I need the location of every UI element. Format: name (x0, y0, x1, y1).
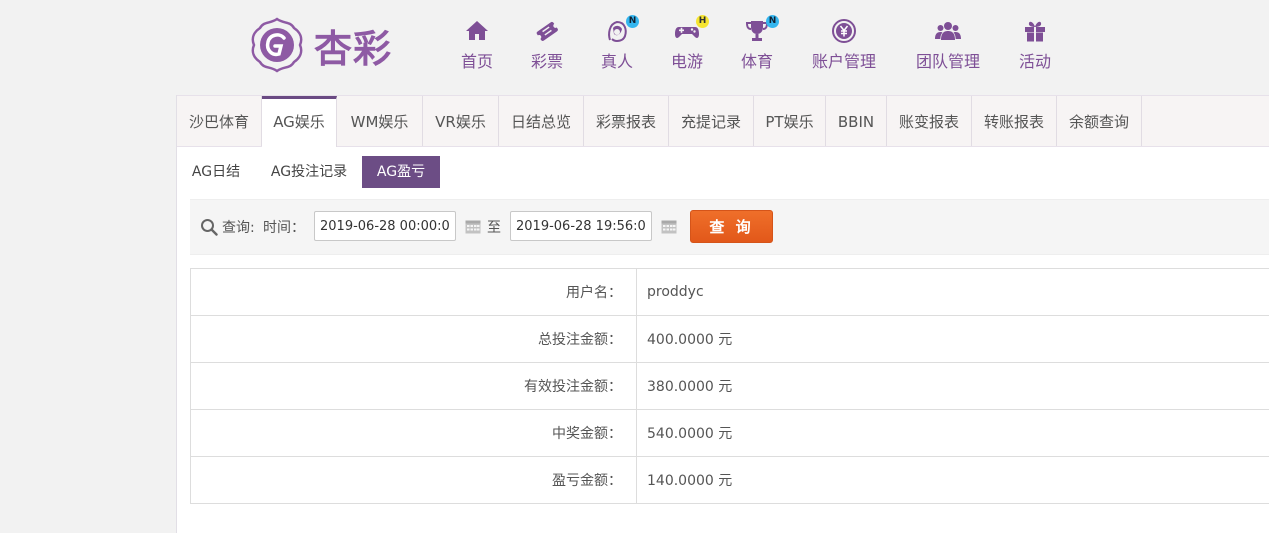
tab-saba-sports[interactable]: 沙巴体育 (177, 96, 262, 146)
query-bar: 查询: 时间： 至 查 询 (190, 199, 1269, 255)
report-tabs: 沙巴体育 AG娱乐 WM娱乐 VR娱乐 日结总览 彩票报表 充提记录 PT娱乐 … (177, 95, 1269, 147)
time-label: 时间： (263, 220, 305, 236)
valid-bet-value: 380.0000 元 (636, 362, 1269, 410)
calendar-icon[interactable] (465, 219, 481, 234)
table-row: 用户名： proddyc (190, 268, 1269, 316)
nav-sports[interactable]: N 体育 (738, 15, 779, 78)
total-bet-label: 总投注金额： (190, 315, 637, 363)
nav-team[interactable]: 团队管理 (912, 18, 984, 78)
end-time-input[interactable] (510, 211, 652, 241)
nav-label: 电游 (670, 52, 703, 71)
tab-deposit-withdraw-records[interactable]: 充提记录 (669, 96, 754, 146)
brand-name: 杏彩 (314, 25, 393, 71)
query-label: 查询: (222, 220, 255, 236)
new-badge: N (766, 15, 779, 28)
profit-loss-value: 140.0000 元 (636, 456, 1269, 504)
table-row: 盈亏金额： 140.0000 元 (190, 456, 1269, 504)
table-row: 中奖金额： 540.0000 元 (190, 409, 1269, 457)
logo-mark-icon (251, 17, 303, 73)
nav-label: 团队管理 (915, 52, 980, 71)
gamepad-icon: H (674, 15, 709, 44)
nav-label: 体育 (740, 52, 773, 71)
tab-bbin[interactable]: BBIN (826, 96, 887, 146)
username-value: proddyc (636, 268, 1269, 316)
nav-label: 活动 (1018, 52, 1051, 71)
live-dealer-icon: N (604, 15, 639, 44)
subtab-ag-profit-loss[interactable]: AG盈亏 (362, 156, 440, 188)
new-badge: N (626, 15, 639, 28)
table-row: 有效投注金额： 380.0000 元 (190, 362, 1269, 410)
search-icon (201, 219, 218, 236)
nav-live[interactable]: N 真人 (598, 15, 639, 78)
profit-loss-label: 盈亏金额： (190, 456, 637, 504)
table-row: 总投注金额： 400.0000 元 (190, 315, 1269, 363)
start-time-input[interactable] (314, 211, 456, 241)
home-icon (464, 18, 490, 44)
search-button[interactable]: 查 询 (690, 210, 773, 243)
tab-balance-change-report[interactable]: 账变报表 (887, 96, 972, 146)
valid-bet-label: 有效投注金额： (190, 362, 637, 410)
nav-lottery[interactable]: 彩票 (528, 18, 566, 78)
nav-egame[interactable]: H 电游 (668, 15, 709, 78)
tab-daily-overview[interactable]: 日结总览 (499, 96, 584, 146)
trophy-icon: N (744, 15, 779, 44)
range-separator: 至 (487, 220, 501, 236)
winning-amount-value: 540.0000 元 (636, 409, 1269, 457)
tab-vr-entertainment[interactable]: VR娱乐 (423, 96, 499, 146)
nav-label: 彩票 (530, 52, 563, 71)
nav-label: 真人 (600, 52, 633, 71)
calendar-icon[interactable] (661, 219, 677, 234)
header: 杏彩 首页 彩票 N 真人 H 电游 N 体育 账户管理 团队管理 活动 (0, 0, 1269, 95)
nav-home[interactable]: 首页 (458, 18, 496, 78)
tab-pt-entertainment[interactable]: PT娱乐 (754, 96, 826, 146)
tab-transfer-report[interactable]: 转账报表 (972, 96, 1057, 146)
winning-amount-label: 中奖金额： (190, 409, 637, 457)
logo[interactable]: 杏彩 (248, 14, 408, 76)
hot-badge: H (696, 15, 709, 28)
nav-label: 首页 (460, 52, 493, 71)
nav-label: 账户管理 (811, 52, 876, 71)
username-label: 用户名： (190, 268, 637, 316)
tab-lottery-report[interactable]: 彩票报表 (584, 96, 669, 146)
yuan-coin-icon (831, 18, 857, 44)
tab-balance-inquiry[interactable]: 余额查询 (1057, 96, 1142, 146)
nav-account[interactable]: 账户管理 (808, 18, 880, 78)
team-icon (935, 18, 961, 44)
ticket-icon (534, 18, 560, 44)
subtab-ag-daily[interactable]: AG日结 (183, 156, 249, 188)
gift-icon (1022, 18, 1048, 44)
report-panel: 沙巴体育 AG娱乐 WM娱乐 VR娱乐 日结总览 彩票报表 充提记录 PT娱乐 … (176, 95, 1269, 533)
tab-ag-entertainment[interactable]: AG娱乐 (262, 96, 337, 147)
total-bet-value: 400.0000 元 (636, 315, 1269, 363)
profit-loss-summary: 用户名： proddyc 总投注金额： 400.0000 元 有效投注金额： 3… (190, 268, 1269, 504)
nav-promotions[interactable]: 活动 (1016, 18, 1054, 78)
subtab-ag-bet-records[interactable]: AG投注记录 (262, 156, 356, 188)
tab-wm-entertainment[interactable]: WM娱乐 (337, 96, 423, 146)
